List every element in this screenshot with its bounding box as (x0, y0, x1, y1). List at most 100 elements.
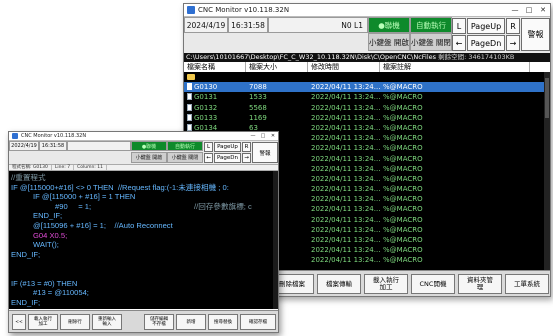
free-space: 剩餘空間: 346174103KB (438, 53, 515, 61)
load-run-button[interactable]: 載入執行 加工 (364, 274, 408, 294)
file-note-text: %@MACRO (383, 185, 423, 194)
app-icon (12, 133, 18, 139)
file-time-text: 2022/04/11 13:24... (311, 93, 380, 102)
minimize-icon[interactable]: — (508, 4, 522, 16)
file-row[interactable]: G0132 5568 2022/04/11 13:24... %@MACRO (184, 103, 550, 113)
close-icon[interactable]: ✕ (536, 4, 550, 16)
right-arrow-button[interactable]: → (242, 153, 251, 163)
file-note-text: %@MACRO (383, 154, 423, 163)
left-arrow-button[interactable]: ← (452, 35, 466, 51)
file-time-text: 2022/04/11 13:24... (311, 113, 380, 122)
maximize-icon[interactable]: □ (522, 4, 536, 16)
page-down-button[interactable]: PageDn (467, 35, 505, 51)
file-size: 5568 (246, 103, 308, 113)
code-line: END_IF; (11, 297, 41, 307)
page-up-button[interactable]: PageUp (214, 142, 241, 152)
file-size-text: 1533 (249, 93, 267, 102)
program-name: 程式名稱: G0130 (9, 165, 52, 170)
window-title: CNC Monitor v10.118.32N (198, 6, 290, 14)
right-r-button[interactable]: R (242, 142, 251, 152)
title-bar: CNC Monitor v10.118.32N — □ ✕ (184, 4, 550, 17)
cnc-boot-button[interactable]: CNC開機 (411, 274, 455, 294)
search-replace-button[interactable]: 搜尋替換 (208, 314, 238, 330)
file-note-text: %@MACRO (383, 93, 423, 102)
file-note: %@MACRO (380, 245, 530, 255)
right-arrow-button[interactable]: → (506, 35, 520, 51)
file-time: 2022/04/11 13:24... (308, 164, 380, 174)
file-note: %@MACRO (380, 154, 530, 164)
file-row[interactable]: G0131 1533 2022/04/11 13:24... %@MACRO (184, 92, 550, 102)
confirm-save-button[interactable]: 確認存檔 (240, 314, 276, 330)
file-note: %@MACRO (380, 225, 530, 235)
left-arrow-button[interactable]: ← (204, 153, 213, 163)
reinput-button[interactable]: 重新輸入 輸入 (92, 314, 122, 330)
back-button[interactable]: << (12, 314, 26, 330)
maximize-icon[interactable]: □ (258, 132, 268, 140)
left-l-button[interactable]: L (204, 142, 213, 152)
file-time-text: 2022/04/11 13:24... (311, 144, 380, 153)
load-run-button[interactable]: 載入執行 加工 (28, 314, 58, 330)
keypad-on-button[interactable]: 小鍵盤 開啟 (368, 33, 410, 51)
date-display: 2022/4/19 (9, 141, 39, 151)
code-editor[interactable]: //重置程式 IF @[115000+#16] <> 0 THEN //Reque… (9, 171, 278, 309)
alarm-button[interactable]: 警報 (252, 142, 278, 163)
file-row[interactable]: G0133 1169 2022/04/11 13:24... %@MACRO (184, 113, 550, 123)
work-order-button[interactable]: 工單系統 (505, 274, 549, 294)
left-l-button[interactable]: L (452, 18, 466, 34)
column-header-note[interactable]: 檔案註解 (380, 62, 530, 72)
editor-status-bar: 程式名稱: G0130 Line: 7 Column: 11 (9, 164, 278, 171)
time-display: 16:31:58 (228, 17, 268, 33)
file-time: 2022/04/11 13:24... (308, 184, 380, 194)
auto-run-status-badge: 自動執行 (410, 17, 452, 33)
file-note-text: %@MACRO (383, 144, 423, 153)
new-button[interactable]: 新增 (176, 314, 206, 330)
page-up-button[interactable]: PageUp (467, 18, 505, 34)
file-table-header: 檔案名稱 檔案大小 修改時間 檔案註解 (184, 62, 550, 72)
minimize-icon[interactable]: — (248, 132, 258, 140)
file-note-text: %@MACRO (383, 246, 423, 255)
file-name: G0130 (184, 82, 246, 92)
code-line: #13 = @110054; (33, 288, 89, 298)
file-time: 2022/04/11 13:24... (308, 103, 380, 113)
file-row[interactable]: G0130 7088 2022/04/11 13:24... %@MACRO (184, 82, 550, 93)
vertical-scrollbar[interactable] (273, 171, 278, 309)
code-line: END_IF; (11, 249, 41, 259)
file-time-text: 2022/04/11 13:24... (311, 195, 380, 204)
column-header-size[interactable]: 檔案大小 (246, 62, 308, 72)
code-editor-window: CNC Monitor v10.118.32N — □ ✕ 2022/4/19 … (8, 131, 279, 333)
delete-line-button[interactable]: 刪除行 (60, 314, 90, 330)
keypad-off-button[interactable]: 小鍵盤 關閉 (167, 152, 203, 163)
file-note-text: %@MACRO (383, 174, 423, 183)
keypad-on-button[interactable]: 小鍵盤 開啟 (131, 152, 167, 163)
file-note: %@MACRO (380, 184, 530, 194)
column-number: Column: 11 (74, 165, 107, 170)
column-header-name[interactable]: 檔案名稱 (184, 62, 246, 72)
right-r-button[interactable]: R (506, 18, 520, 34)
file-note: %@MACRO (380, 82, 530, 92)
folder-row[interactable] (184, 72, 550, 82)
file-note-text: %@MACRO (383, 123, 423, 132)
alarm-button[interactable]: 警報 (521, 18, 550, 51)
file-time-text: 2022/04/11 13:24... (311, 225, 380, 234)
file-note: %@MACRO (380, 103, 530, 113)
file-time-text: 2022/04/11 13:24... (311, 205, 380, 214)
file-note (380, 72, 530, 82)
folder-manage-button[interactable]: 資料夾管理 (458, 274, 502, 294)
machine-indicator: N0 L1 (268, 17, 368, 33)
page-down-button[interactable]: PageDn (214, 153, 241, 163)
file-time: 2022/04/11 13:24... (308, 82, 380, 92)
close-icon[interactable]: ✕ (268, 132, 278, 140)
file-time: 2022/04/11 13:24... (308, 123, 380, 133)
keypad-off-button[interactable]: 小鍵盤 關閉 (410, 33, 452, 51)
file-time-text: 2022/04/11 13:24... (311, 185, 380, 194)
file-name-text: G0132 (194, 103, 218, 112)
file-transfer-button[interactable]: 檔案傳輸 (317, 274, 361, 294)
file-note-text: %@MACRO (383, 164, 423, 173)
column-header-time[interactable]: 修改時間 (308, 62, 380, 72)
vertical-scrollbar[interactable] (544, 72, 550, 270)
file-time (308, 72, 380, 82)
file-note: %@MACRO (380, 204, 530, 214)
status-panel: 2024/4/19 16:31:58 N0 L1 ●聯機 自動執行 小鍵盤 開啟… (184, 17, 550, 53)
file-note: %@MACRO (380, 235, 530, 245)
save-nosave-button[interactable]: 儲存編輯 不存檔 (144, 314, 174, 330)
